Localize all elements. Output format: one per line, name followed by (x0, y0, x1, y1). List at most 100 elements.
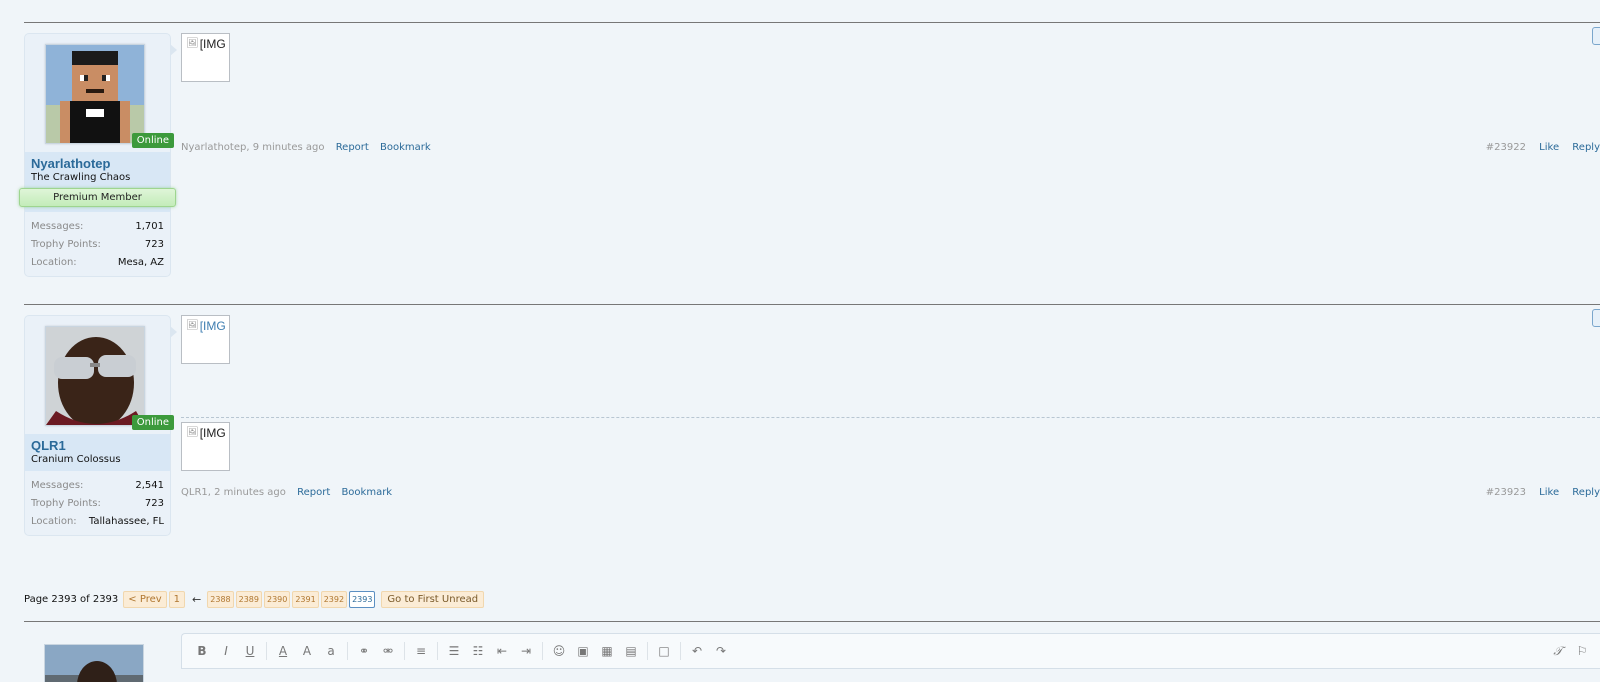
stat-trophy-points: Trophy Points: 723 (31, 495, 164, 513)
post-separator (24, 621, 1600, 622)
toolbar-separator (542, 642, 543, 660)
stat-value[interactable]: 1,701 (135, 218, 164, 236)
remove-format-icon[interactable]: 𝒯 (1546, 640, 1570, 662)
page-navigation: Page 2393 of 2393 < Prev 1 ← 2388 2389 2… (24, 591, 486, 608)
toolbar-button-group: B I U A A a ⚭ ⚮ ≡ ☰ ☷ ⇤ ⇥ ☺ ▣ ▦ ▤ □ ↶ ↷ (190, 640, 733, 662)
redo-icon[interactable]: ↷ (709, 640, 733, 662)
quick-reply-avatar[interactable] (44, 644, 144, 682)
broken-image-placeholder[interactable]: 🖼[IMG (181, 422, 230, 471)
page-label: Page 2393 of 2393 (24, 594, 119, 605)
reply-link[interactable]: Reply (1572, 142, 1600, 153)
userblock-arrow (170, 326, 177, 338)
font-color-button[interactable]: A (271, 640, 295, 662)
editor-toolbar: B I U A A a ⚭ ⚮ ≡ ☰ ☷ ⇤ ⇥ ☺ ▣ ▦ ▤ □ ↶ ↷ … (181, 633, 1600, 669)
reply-link[interactable]: Reply (1572, 487, 1600, 498)
message-controls: #23922 Like Reply (1486, 142, 1600, 153)
author-date[interactable]: Nyarlathotep, 9 minutes ago (181, 142, 325, 153)
stat-location: Location: Mesa, AZ (31, 254, 164, 272)
user-stats: Messages: 1,701 Trophy Points: 723 Locat… (25, 212, 170, 276)
toolbar-right-group: 𝒯 ⚐ (1546, 640, 1594, 662)
avatar-container: Online (25, 316, 174, 434)
bookmark-link[interactable]: Bookmark (380, 142, 431, 153)
page-button-2389[interactable]: 2389 (235, 591, 262, 608)
toolbar-separator (404, 642, 405, 660)
stat-value[interactable]: 723 (145, 236, 164, 254)
stat-label: Location: (31, 257, 77, 268)
online-badge: Online (131, 415, 174, 430)
page-button-2390[interactable]: 2390 (263, 591, 291, 608)
font-family-button[interactable]: a (319, 640, 343, 662)
multiquote-button[interactable] (1592, 309, 1600, 327)
avatar[interactable] (45, 44, 145, 144)
message-content: 🖼[IMG Nyarlathotep, 9 minutes ago Report… (181, 27, 1600, 293)
outdent-icon[interactable]: ⇤ (490, 640, 514, 662)
font-size-button[interactable]: A (295, 640, 319, 662)
stat-value[interactable]: 723 (145, 495, 164, 513)
unlink-icon[interactable]: ⚮ (376, 640, 400, 662)
multiquote-button[interactable] (1592, 27, 1600, 45)
bookmark-link[interactable]: Bookmark (341, 487, 392, 498)
toolbar-separator (266, 642, 267, 660)
first-page-button[interactable]: 1 (168, 591, 186, 608)
align-left-icon[interactable]: ≡ (409, 640, 433, 662)
bbcode-toggle-icon[interactable]: ⚐ (1570, 640, 1594, 662)
like-link[interactable]: Like (1539, 487, 1559, 498)
image-icon[interactable]: ▣ (571, 640, 595, 662)
like-link[interactable]: Like (1539, 142, 1559, 153)
bulleted-list-icon[interactable]: ☰ (442, 640, 466, 662)
page-button-2391[interactable]: 2391 (292, 591, 319, 608)
stat-messages: Messages: 2,541 (31, 477, 164, 495)
save-draft-icon[interactable]: □ (652, 640, 676, 662)
page-button-2388[interactable]: 2388 (207, 591, 234, 608)
smilie-icon[interactable]: ☺ (547, 640, 571, 662)
stat-label: Messages: (31, 480, 84, 491)
avatar[interactable] (45, 326, 145, 426)
broken-image-placeholder[interactable]: 🖼[IMG (181, 33, 230, 82)
go-to-first-unread-button[interactable]: Go to First Unread (381, 591, 485, 608)
username-link[interactable]: QLR1 (31, 438, 164, 453)
prev-page-button[interactable]: < Prev (123, 591, 167, 608)
link-icon[interactable]: ⚭ (352, 640, 376, 662)
stat-location: Location: Tallahassee, FL (31, 513, 164, 531)
image-alt-text: [IMG (199, 37, 226, 51)
stat-value[interactable]: 2,541 (135, 477, 164, 495)
message-meta: Nyarlathotep, 9 minutes ago Report Bookm… (181, 142, 1600, 153)
broken-image-icon: 🖼 (186, 320, 199, 331)
message-user-info: Online QLR1 Cranium Colossus Messages: 2… (24, 315, 177, 536)
toolbar-separator (347, 642, 348, 660)
stat-value[interactable]: Tallahassee, FL (89, 513, 164, 531)
thread-page: Online Nyarlathotep The Crawling Chaos P… (0, 0, 1600, 682)
undo-icon[interactable]: ↶ (685, 640, 709, 662)
underline-button[interactable]: U (238, 640, 262, 662)
page-button-2392[interactable]: 2392 (320, 591, 348, 608)
user-title: Cranium Colossus (31, 454, 121, 465)
message-content: 🖼[IMG 🖼[IMG QLR1, 2 minutes ago Report B… (181, 309, 1600, 565)
username-link[interactable]: Nyarlathotep (31, 156, 164, 171)
broken-image-icon: 🖼 (186, 38, 199, 49)
indent-icon[interactable]: ⇥ (514, 640, 538, 662)
report-link[interactable]: Report (297, 487, 330, 498)
bold-button[interactable]: B (190, 640, 214, 662)
author-date[interactable]: QLR1, 2 minutes ago (181, 487, 286, 498)
image-alt-text: [IMG (199, 426, 226, 440)
photo-avatar-image (46, 327, 144, 425)
code-icon[interactable]: ▤ (619, 640, 643, 662)
stat-value[interactable]: Mesa, AZ (118, 254, 164, 272)
toolbar-separator (437, 642, 438, 660)
post-number[interactable]: #23922 (1486, 142, 1526, 153)
stat-label: Trophy Points: (31, 498, 101, 509)
post-number[interactable]: #23923 (1486, 487, 1526, 498)
toolbar-separator (647, 642, 648, 660)
current-page-button[interactable]: 2393 (349, 591, 376, 608)
numbered-list-icon[interactable]: ☷ (466, 640, 490, 662)
broken-image-link-placeholder[interactable]: 🖼[IMG (181, 315, 230, 364)
report-link[interactable]: Report (336, 142, 369, 153)
user-stats: Messages: 2,541 Trophy Points: 723 Locat… (25, 471, 170, 535)
media-icon[interactable]: ▦ (595, 640, 619, 662)
minecraft-avatar-image (46, 45, 144, 143)
italic-button[interactable]: I (214, 640, 238, 662)
stat-messages: Messages: 1,701 (31, 218, 164, 236)
online-badge: Online (131, 133, 174, 148)
page-jump-arrow[interactable]: ← (192, 593, 201, 606)
stat-label: Trophy Points: (31, 239, 101, 250)
